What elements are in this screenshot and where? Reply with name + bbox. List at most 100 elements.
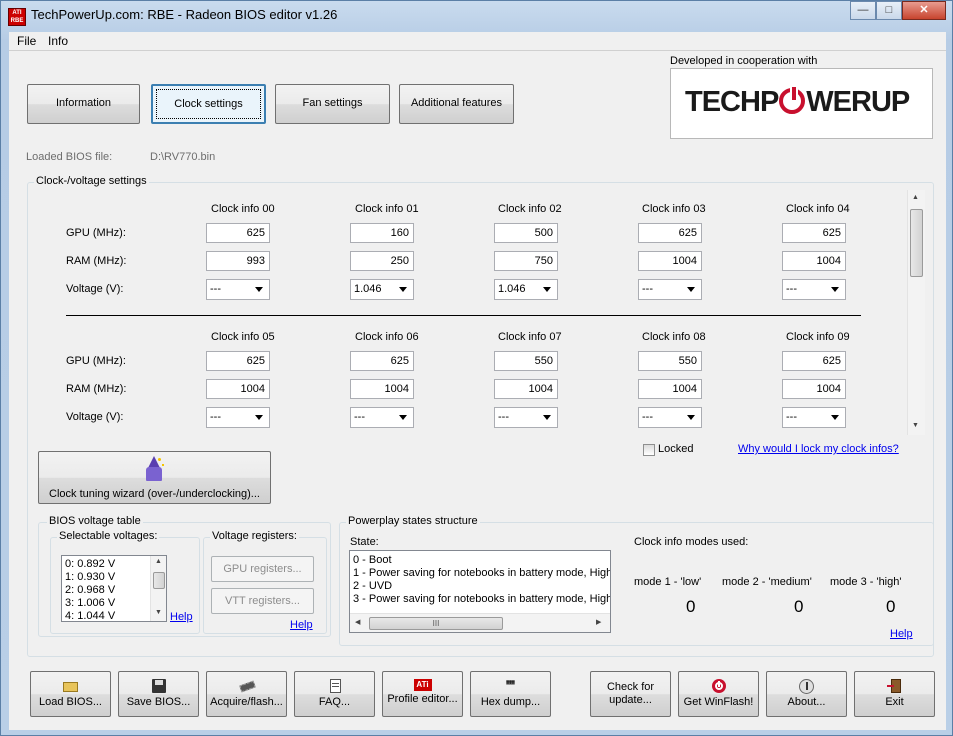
clock-modes-title: Clock info modes used: [634,536,749,548]
clock-info-08-ram[interactable]: 1004 [638,379,702,399]
clock-info-07-header: Clock info 07 [498,331,562,343]
tab-clock-settings[interactable]: Clock settings [151,84,266,124]
exit-door-icon [886,679,903,694]
clock-info-02-ram[interactable]: 750 [494,251,558,271]
voltage-list[interactable]: 0: 0.892 V 1: 0.930 V 2: 0.968 V 3: 1.00… [61,555,167,622]
list-item[interactable]: 4: 1.044 V [65,610,115,621]
tab-additional-features[interactable]: Additional features [399,84,514,124]
clock-info-01-gpu[interactable]: 160 [350,223,414,243]
mode-3-value: 0 [886,597,896,616]
separator-line [66,315,861,316]
clock-info-03-ram[interactable]: 1004 [638,251,702,271]
states-horizontal-scrollbar[interactable]: ◀ III ▶ [350,613,610,632]
scroll-left-arrow-icon[interactable]: ◀ [355,618,360,626]
logo-text-right: WERUP [806,86,910,118]
clock-info-00-gpu[interactable]: 625 [206,223,270,243]
scrollbar-thumb[interactable]: III [369,617,503,630]
powerplay-states-list[interactable]: 0 - Boot 1 - Power saving for notebooks … [349,550,611,633]
hex-grid-icon: ▦▦ [506,678,515,686]
profile-editor-button[interactable]: ATi Profile editor... [382,671,463,717]
scroll-down-arrow-icon[interactable]: ▼ [912,422,919,429]
clock-info-08-gpu[interactable]: 550 [638,351,702,371]
tab-fan-settings[interactable]: Fan settings [275,84,390,124]
clock-info-06-voltage[interactable]: --- [350,407,414,428]
powerplay-help-link[interactable]: Help [890,628,913,640]
clock-info-05-gpu[interactable]: 625 [206,351,270,371]
clock-info-06-ram[interactable]: 1004 [350,379,414,399]
techpowerup-logo[interactable]: TECHP WERUP [670,68,933,139]
clock-info-07-gpu[interactable]: 550 [494,351,558,371]
list-item[interactable]: 1: 0.930 V [65,571,115,583]
voltage-list-scrollbar[interactable]: ▲ ▼ [150,556,166,621]
clock-tuning-wizard-button[interactable]: Clock tuning wizard (over-/underclocking… [38,451,271,504]
get-winflash-button[interactable]: Get WinFlash! [678,671,759,717]
lock-help-link[interactable]: Why would I lock my clock infos? [738,443,899,455]
tab-information[interactable]: Information [27,84,140,124]
maximize-button[interactable]: □ [876,1,902,20]
save-bios-label: Save BIOS... [126,696,191,708]
voltage-label-1: Voltage (V): [66,283,124,295]
state-label: State: [350,536,379,548]
clock-info-07-ram[interactable]: 1004 [494,379,558,399]
sponsor-caption: Developed in cooperation with [670,55,818,67]
list-item[interactable]: 1 - Power saving for notebooks in batter… [353,567,610,579]
scroll-up-arrow-icon[interactable]: ▲ [155,558,162,565]
clock-panel-scrollbar[interactable]: ▲ ▼ [907,190,925,435]
clock-info-03-gpu[interactable]: 625 [638,223,702,243]
clock-info-04-ram[interactable]: 1004 [782,251,846,271]
clock-info-02-gpu[interactable]: 500 [494,223,558,243]
clock-info-02-voltage[interactable]: 1.046 [494,279,558,300]
acquire-flash-button[interactable]: Acquire/flash... [206,671,287,717]
faq-button[interactable]: FAQ... [294,671,375,717]
title-bar[interactable]: ATI RBE TechPowerUp.com: RBE - Radeon BI… [1,1,952,31]
vtt-registers-button[interactable]: VTT registers... [211,588,314,614]
clock-info-09-ram[interactable]: 1004 [782,379,846,399]
locked-checkbox[interactable] [643,444,655,456]
clock-info-06-gpu[interactable]: 625 [350,351,414,371]
check-update-button[interactable]: Check for update... [590,671,671,717]
hex-dump-button[interactable]: ▦▦ Hex dump... [470,671,551,717]
clock-info-00-voltage[interactable]: --- [206,279,270,300]
document-icon [327,679,343,694]
clock-info-07-voltage[interactable]: --- [494,407,558,428]
minimize-button[interactable]: — [850,1,876,20]
clock-info-01-voltage[interactable]: 1.046 [350,279,414,300]
clock-info-04-voltage[interactable]: --- [782,279,846,300]
close-button[interactable]: ✕ [902,1,946,20]
menu-file[interactable]: File [17,34,36,48]
list-item[interactable]: 2: 0.968 V [65,584,115,596]
mode-1-value: 0 [686,597,696,616]
clock-info-09-gpu[interactable]: 625 [782,351,846,371]
clock-info-08-voltage[interactable]: --- [638,407,702,428]
bios-voltage-title: BIOS voltage table [47,515,143,527]
voltage-help-link[interactable]: Help [170,611,193,623]
load-bios-button[interactable]: Load BIOS... [30,671,111,717]
list-item[interactable]: 3 - Power saving for notebooks in batter… [353,593,610,605]
check-update-line-1: Check for [606,681,655,693]
clock-info-03-voltage[interactable]: --- [638,279,702,300]
scroll-down-arrow-icon[interactable]: ▼ [155,609,162,616]
registers-help-link[interactable]: Help [290,619,313,631]
save-bios-button[interactable]: Save BIOS... [118,671,199,717]
scroll-right-arrow-icon[interactable]: ▶ [596,618,601,626]
about-button[interactable]: About... [766,671,847,717]
list-item[interactable]: 0 - Boot [353,554,392,566]
wizard-icon [142,456,166,482]
scrollbar-thumb[interactable] [910,209,923,277]
list-item[interactable]: 3: 1.006 V [65,597,115,609]
list-item[interactable]: 0: 0.892 V [65,558,115,570]
clock-info-01-header: Clock info 01 [355,203,419,215]
scrollbar-thumb[interactable] [153,572,165,589]
clock-info-09-voltage[interactable]: --- [782,407,846,428]
list-item[interactable]: 2 - UVD [353,580,392,592]
hex-dump-label: Hex dump... [480,696,541,708]
exit-button[interactable]: Exit [854,671,935,717]
gpu-registers-button[interactable]: GPU registers... [211,556,314,582]
clock-info-01-ram[interactable]: 250 [350,251,414,271]
scroll-up-arrow-icon[interactable]: ▲ [912,194,919,201]
clock-info-00-ram[interactable]: 993 [206,251,270,271]
clock-info-05-ram[interactable]: 1004 [206,379,270,399]
clock-info-04-gpu[interactable]: 625 [782,223,846,243]
clock-info-05-voltage[interactable]: --- [206,407,270,428]
menu-info[interactable]: Info [48,34,68,48]
